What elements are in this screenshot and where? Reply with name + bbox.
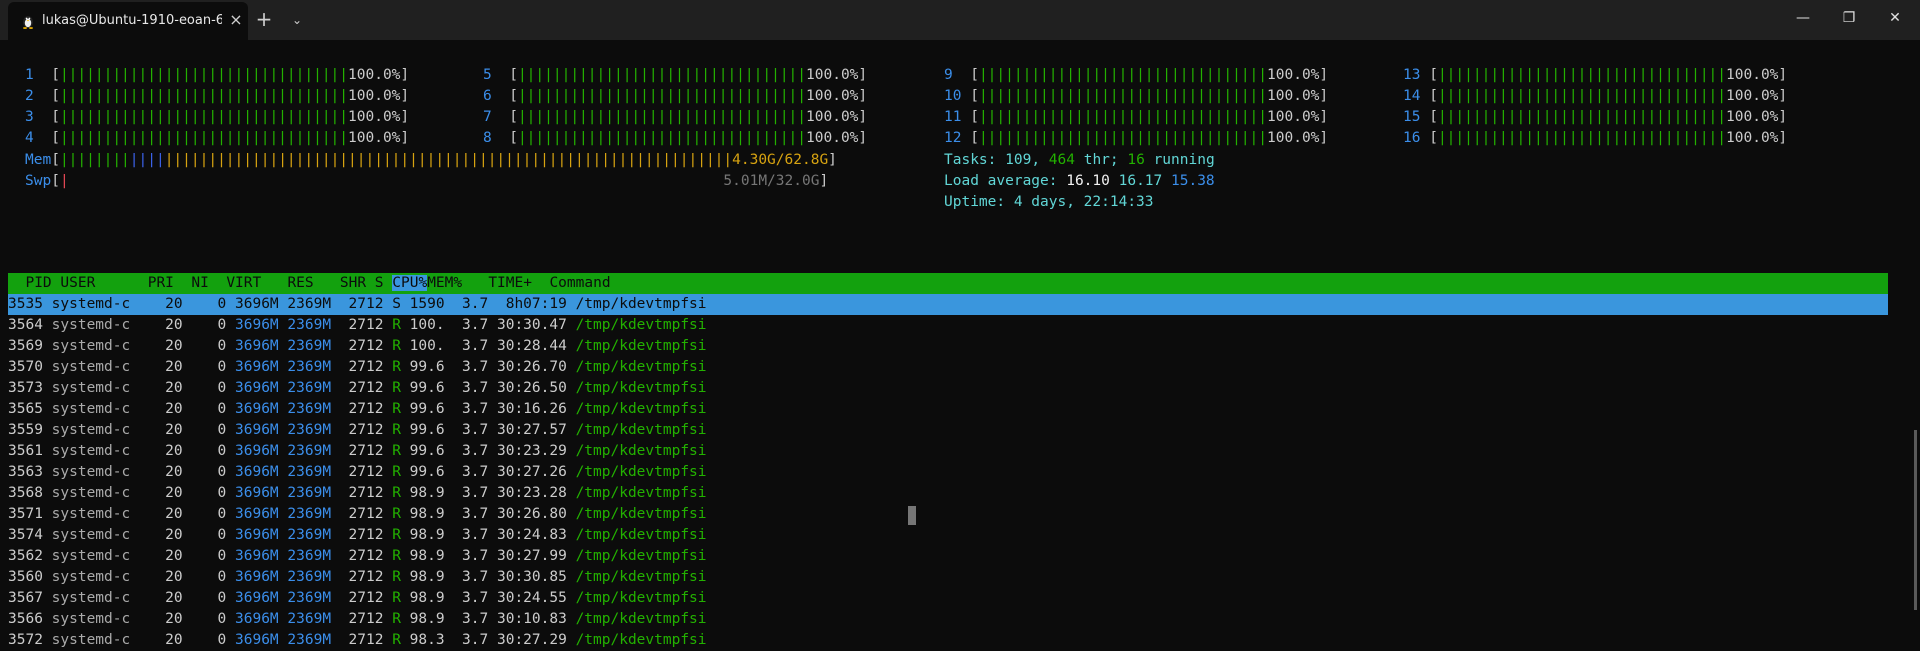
cpu-meter-12: 12 [|||||||||||||||||||||||||||||||||100… — [944, 130, 1329, 146]
col-s[interactable]: S — [375, 275, 384, 291]
tasks-summary: Tasks: 109, 464 thr; 16 running — [944, 152, 1215, 168]
process-table-header[interactable]: PID USER PRI NI VIRT RES SHR S CPU%MEM% … — [8, 273, 1888, 294]
text-cursor — [908, 506, 916, 525]
process-row[interactable]: 3572 systemd-c 20 0 3696M 2369M 2712 R 9… — [8, 630, 1888, 651]
swp-meter: Swp[| 5.01M/32.0G] — [25, 173, 829, 189]
swp-value: 5.01M/32.0G — [723, 173, 820, 189]
uptime: Uptime: 4 days, 22:14:33 — [944, 194, 1154, 210]
process-row[interactable]: 3564 systemd-c 20 0 3696M 2369M 2712 R 1… — [8, 315, 1888, 336]
tab-dropdown-chevron-icon[interactable]: ⌄ — [285, 8, 309, 32]
cpu-meter-16: 16 [|||||||||||||||||||||||||||||||||100… — [1403, 130, 1788, 146]
process-row[interactable]: 3563 systemd-c 20 0 3696M 2369M 2712 R 9… — [8, 462, 1888, 483]
minimize-button[interactable]: — — [1780, 0, 1826, 36]
mem-meter: Mem[||||||||||||||||||||||||||||||||||||… — [25, 152, 837, 168]
new-tab-button[interactable]: + — [252, 8, 276, 32]
cpu-meter-6: 6 [|||||||||||||||||||||||||||||||||100.… — [483, 88, 868, 104]
process-row[interactable]: 3568 systemd-c 20 0 3696M 2369M 2712 R 9… — [8, 483, 1888, 504]
cpu-meter-9: 9 [|||||||||||||||||||||||||||||||||100.… — [944, 67, 1329, 83]
mem-value: 4.30G/62.8G — [732, 152, 829, 168]
col-pid[interactable]: PID — [25, 275, 51, 291]
col-ni[interactable]: NI — [191, 275, 208, 291]
maximize-button[interactable]: ❐ — [1826, 0, 1872, 36]
process-row[interactable]: 3569 systemd-c 20 0 3696M 2369M 2712 R 1… — [8, 336, 1888, 357]
col-res[interactable]: RES — [287, 275, 313, 291]
cpu-meter-8: 8 [|||||||||||||||||||||||||||||||||100.… — [483, 130, 868, 146]
cpu-meter-14: 14 [|||||||||||||||||||||||||||||||||100… — [1403, 88, 1788, 104]
terminal-output[interactable]: 1 [|||||||||||||||||||||||||||||||||100.… — [0, 40, 1920, 648]
tab-title: lukas@Ubuntu-1910-eoan-64-n — [42, 13, 222, 28]
process-row[interactable]: 3573 systemd-c 20 0 3696M 2369M 2712 R 9… — [8, 378, 1888, 399]
cpu-meter-2: 2 [|||||||||||||||||||||||||||||||||100.… — [25, 88, 410, 104]
col-user[interactable]: USER — [60, 275, 95, 291]
process-row[interactable]: 3535 systemd-c 20 0 3696M 2369M 2712 S 1… — [8, 294, 1888, 315]
col-mem[interactable]: MEM% — [427, 275, 462, 291]
cpu-meter-11: 11 [|||||||||||||||||||||||||||||||||100… — [944, 109, 1329, 125]
load-average: Load average: 16.10 16.17 15.38 — [944, 173, 1215, 189]
cpu-meter-7: 7 [|||||||||||||||||||||||||||||||||100.… — [483, 109, 868, 125]
tab-close-icon[interactable]: × — [226, 9, 246, 31]
col-shr[interactable]: SHR — [340, 275, 366, 291]
col-time[interactable]: TIME+ — [488, 275, 532, 291]
title-bar: lukas@Ubuntu-1910-eoan-64-n × + ⌄ — ❐ ✕ — [0, 0, 1920, 40]
col-virt[interactable]: VIRT — [226, 275, 261, 291]
col-pri[interactable]: PRI — [148, 275, 174, 291]
linux-penguin-icon — [23, 16, 33, 29]
process-row[interactable]: 3574 systemd-c 20 0 3696M 2369M 2712 R 9… — [8, 525, 1888, 546]
process-row[interactable]: 3567 systemd-c 20 0 3696M 2369M 2712 R 9… — [8, 588, 1888, 609]
cpu-meter-15: 15 [|||||||||||||||||||||||||||||||||100… — [1403, 109, 1788, 125]
process-row[interactable]: 3570 systemd-c 20 0 3696M 2369M 2712 R 9… — [8, 357, 1888, 378]
process-row[interactable]: 3561 systemd-c 20 0 3696M 2369M 2712 R 9… — [8, 441, 1888, 462]
col-command[interactable]: Command — [549, 275, 610, 291]
scrollbar[interactable] — [1914, 430, 1917, 610]
col-cpu[interactable]: CPU% — [392, 275, 428, 291]
cpu-meter-5: 5 [|||||||||||||||||||||||||||||||||100.… — [483, 67, 868, 83]
cpu-meter-10: 10 [|||||||||||||||||||||||||||||||||100… — [944, 88, 1329, 104]
process-row[interactable]: 3566 systemd-c 20 0 3696M 2369M 2712 R 9… — [8, 609, 1888, 630]
process-row[interactable]: 3559 systemd-c 20 0 3696M 2369M 2712 R 9… — [8, 420, 1888, 441]
process-row[interactable]: 3571 systemd-c 20 0 3696M 2369M 2712 R 9… — [8, 504, 1888, 525]
process-row[interactable]: 3565 systemd-c 20 0 3696M 2369M 2712 R 9… — [8, 399, 1888, 420]
cpu-meter-13: 13 [|||||||||||||||||||||||||||||||||100… — [1403, 67, 1788, 83]
cpu-meter-4: 4 [|||||||||||||||||||||||||||||||||100.… — [25, 130, 410, 146]
process-row[interactable]: 3560 systemd-c 20 0 3696M 2369M 2712 R 9… — [8, 567, 1888, 588]
window-close-button[interactable]: ✕ — [1872, 0, 1918, 36]
cpu-meter-3: 3 [|||||||||||||||||||||||||||||||||100.… — [25, 109, 410, 125]
cpu-meter-1: 1 [|||||||||||||||||||||||||||||||||100.… — [25, 67, 410, 83]
terminal-tab[interactable]: lukas@Ubuntu-1910-eoan-64-n × — [8, 2, 248, 40]
process-row[interactable]: 3562 systemd-c 20 0 3696M 2369M 2712 R 9… — [8, 546, 1888, 567]
